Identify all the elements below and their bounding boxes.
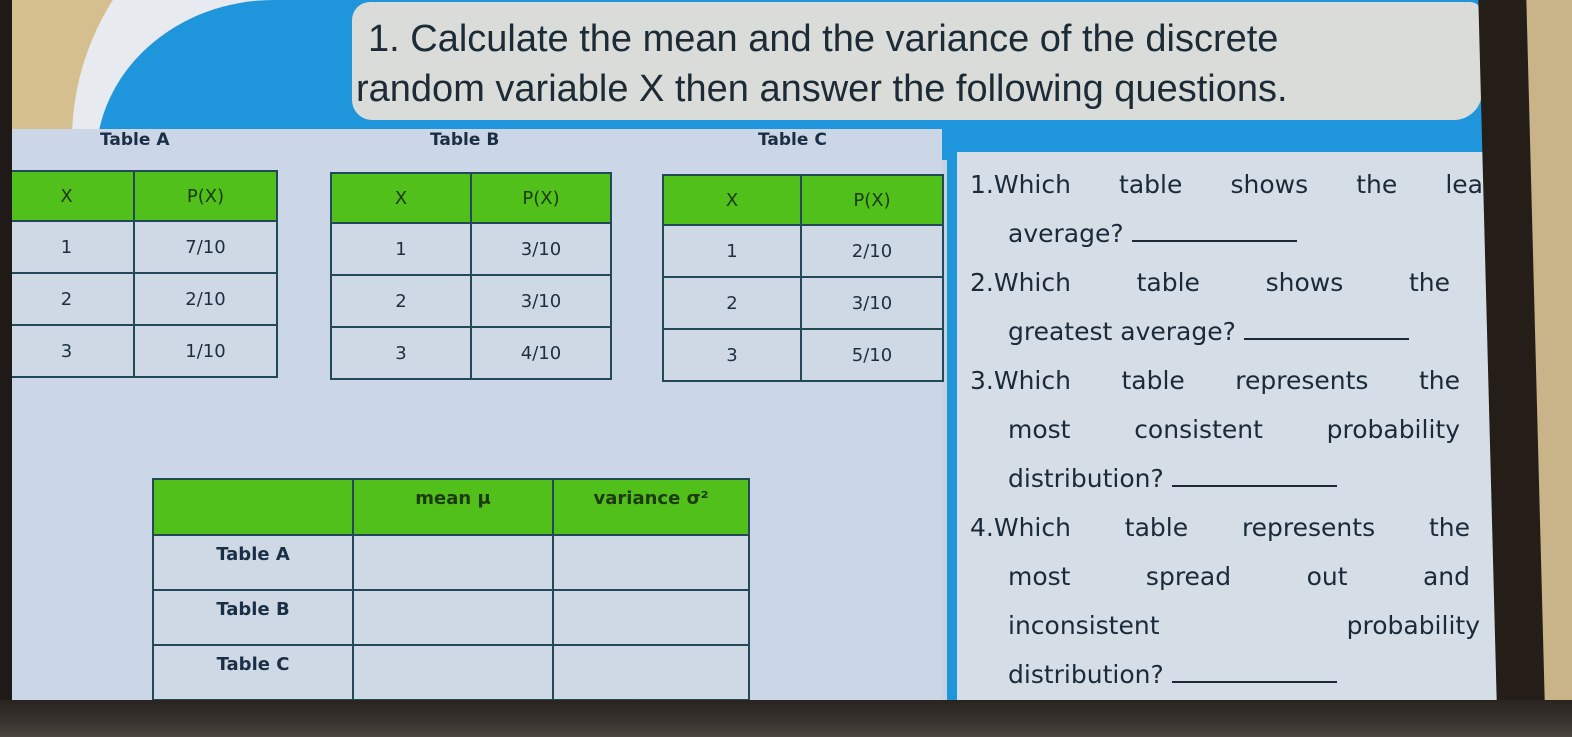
questions-list: 1.Which table shows the leas average? 2.…	[970, 160, 1500, 699]
instruction-line-1: 1. Calculate the mean and the variance o…	[368, 18, 1279, 60]
question-3-line-1: 3.Which table represents the	[970, 366, 1460, 395]
table-b: X P(X) 1 3/10 2 3/10 3 4/10	[330, 172, 612, 380]
cell-px: 3/10	[470, 222, 612, 276]
table-row: 3 4/10	[330, 326, 612, 380]
cell-px: 2/10	[800, 224, 944, 278]
cell-px: 3/10	[470, 274, 612, 328]
questions-panel-border	[947, 138, 957, 702]
column-header-x: X	[12, 170, 135, 222]
cell-x: 2	[662, 276, 802, 330]
monitor-frame-bottom	[0, 700, 1572, 737]
column-header-px: P(X)	[133, 170, 278, 222]
cell-px: 5/10	[800, 328, 944, 382]
table-header-row: X P(X)	[662, 174, 944, 226]
question-4-line-2: most spread out and	[1008, 562, 1470, 591]
table-row: 2 2/10	[12, 272, 278, 326]
cell-x: 1	[662, 224, 802, 278]
table-row: 2 3/10	[662, 276, 944, 330]
variance-cell[interactable]	[552, 644, 750, 701]
cell-px: 3/10	[800, 276, 944, 330]
cell-x: 3	[662, 328, 802, 382]
question-2-line-2: greatest average?	[970, 307, 1500, 356]
table-row: Table C	[152, 644, 750, 701]
column-header-px: P(X)	[470, 172, 612, 224]
mean-cell[interactable]	[352, 589, 554, 646]
column-header-mean: mean μ	[352, 478, 554, 536]
slide: 1. Calculate the mean and the variance o…	[12, 0, 1502, 702]
question-1-line-1: 1.Which table shows the leas	[970, 170, 1496, 199]
row-label: Table C	[152, 644, 354, 701]
cell-x: 1	[12, 220, 135, 274]
table-header-row: X P(X)	[12, 170, 278, 222]
table-row: Table A	[152, 534, 750, 591]
table-c-label: Table C	[758, 130, 827, 150]
table-a: X P(X) 1 7/10 2 2/10 3 1/10	[12, 170, 278, 378]
question-3-line-2: most consistent probability	[1008, 415, 1460, 444]
question-4-line-4: distribution?	[970, 650, 1500, 699]
summary-table: mean μ variance σ² Table A Table B Table…	[152, 478, 750, 701]
mean-cell[interactable]	[352, 534, 554, 591]
cell-x: 3	[330, 326, 472, 380]
cell-x: 2	[330, 274, 472, 328]
row-label: Table B	[152, 589, 354, 646]
column-header-blank	[152, 478, 354, 536]
question-4-line-3: inconsistent probability	[1008, 611, 1480, 640]
question-3-line-3: distribution?	[970, 454, 1500, 503]
row-label: Table A	[152, 534, 354, 591]
cell-px: 7/10	[133, 220, 278, 274]
table-a-label: Table A	[100, 130, 170, 150]
answer-blank-4[interactable]	[1171, 681, 1337, 683]
monitor-frame-left	[0, 0, 12, 737]
question-4-line-1: 4.Which table represents the	[970, 513, 1470, 542]
table-b-label: Table B	[430, 130, 500, 150]
table-row: 3 1/10	[12, 324, 278, 378]
answer-blank-3[interactable]	[1171, 485, 1337, 487]
table-row: 1 7/10	[12, 220, 278, 274]
table-c: X P(X) 1 2/10 2 3/10 3 5/10	[662, 174, 944, 382]
variance-cell[interactable]	[552, 534, 750, 591]
table-row: Table B	[152, 589, 750, 646]
instruction-line-2: random variable X then answer the follow…	[356, 68, 1288, 110]
cell-px: 2/10	[133, 272, 278, 326]
table-header-row: mean μ variance σ²	[152, 478, 750, 536]
cell-x: 3	[12, 324, 135, 378]
answer-blank-2[interactable]	[1243, 338, 1409, 340]
column-header-px: P(X)	[800, 174, 944, 226]
table-row: 2 3/10	[330, 274, 612, 328]
column-header-x: X	[330, 172, 472, 224]
question-1-line-2: average?	[970, 209, 1500, 258]
column-header-variance: variance σ²	[552, 478, 750, 536]
question-2-line-1: 2.Which table shows the	[970, 268, 1450, 297]
table-row: 1 2/10	[662, 224, 944, 278]
column-header-x: X	[662, 174, 802, 226]
cell-px: 4/10	[470, 326, 612, 380]
instruction-title: 1. Calculate the mean and the variance o…	[356, 14, 1468, 114]
cell-px: 1/10	[133, 324, 278, 378]
variance-cell[interactable]	[552, 589, 750, 646]
answer-blank-1[interactable]	[1131, 240, 1297, 242]
cell-x: 1	[330, 222, 472, 276]
table-row: 1 3/10	[330, 222, 612, 276]
cell-x: 2	[12, 272, 135, 326]
table-row: 3 5/10	[662, 328, 944, 382]
table-header-row: X P(X)	[330, 172, 612, 224]
mean-cell[interactable]	[352, 644, 554, 701]
